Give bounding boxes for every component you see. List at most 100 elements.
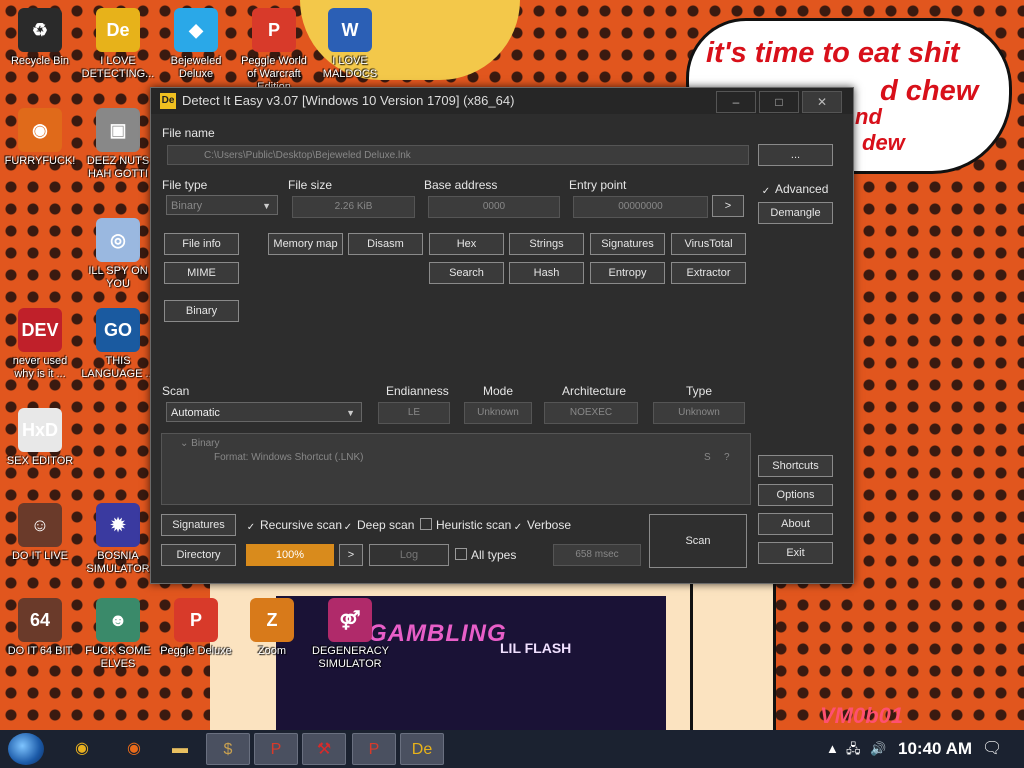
scan-mode-select[interactable]: Automatic ▼	[166, 402, 362, 422]
taskbar-tool-icon[interactable]: ⚒	[302, 733, 346, 765]
desktop-icon-peggle-deluxe[interactable]: P Peggle Deluxe	[158, 598, 234, 658]
architecture-field[interactable]: NOEXEC	[544, 402, 638, 424]
maximize-button[interactable]: □	[759, 91, 799, 113]
desktop-icon-die-detecting[interactable]: De I LOVE DETECTING...	[80, 8, 156, 81]
close-button[interactable]: ✕	[802, 91, 842, 113]
speech-bubble-text-2: d chew	[880, 75, 979, 107]
result-signature-link[interactable]: S	[704, 452, 711, 463]
taskbar-money-icon[interactable]: $	[206, 733, 250, 765]
browse-button[interactable]: ...	[758, 144, 833, 166]
scan-results-tree[interactable]: ⌄ Binary Format: Windows Shortcut (.LNK)…	[161, 433, 751, 505]
hash-button[interactable]: Hash	[509, 262, 584, 284]
taskbar-die-icon[interactable]: De	[400, 733, 444, 765]
advanced-checkbox[interactable]: ✓ Advanced	[761, 182, 829, 197]
checkbox-empty-icon	[455, 548, 467, 560]
file-size-field[interactable]: 2.26 KiB	[292, 196, 415, 218]
hex-button[interactable]: Hex	[429, 233, 504, 255]
extractor-button[interactable]: Extractor	[671, 262, 746, 284]
file-type-label: File type	[162, 178, 208, 192]
directory-button[interactable]: Directory	[161, 544, 236, 566]
tray-overflow-icon[interactable]: ▲	[826, 730, 839, 768]
volume-icon[interactable]: 🔊	[870, 730, 886, 768]
desktop-icon-degeneracy[interactable]: ⚤ DEGENERACY SIMULATOR	[312, 598, 389, 671]
desktop-icon-hxd[interactable]: HxD SEX EDITOR	[2, 408, 78, 468]
exit-button[interactable]: Exit	[758, 542, 833, 564]
desktop-icon-go-lang[interactable]: GO THIS LANGUAGE ...	[80, 308, 156, 381]
taskbar-firefox-icon[interactable]: ◉	[112, 733, 156, 765]
desktop-icon-devcpp[interactable]: DEV never used why is it ...	[2, 308, 78, 381]
desktop-icon-maldocs[interactable]: W I LOVE MALDOCS	[312, 8, 388, 81]
desktop-icon-label: Zoom	[257, 645, 287, 657]
file-size-label: File size	[288, 178, 333, 192]
binary-button[interactable]: Binary	[164, 300, 239, 322]
disasm-button[interactable]: Disasm	[348, 233, 423, 255]
desktop-icon-do-it-64[interactable]: 64 DO IT 64 BIT	[2, 598, 78, 658]
title-bar[interactable]: De Detect It Easy v3.07 [Windows 10 Vers…	[151, 88, 853, 114]
mode-field[interactable]: Unknown	[464, 402, 532, 424]
desktop-icon-peggle-wow[interactable]: PPeggle World of Warcraft Edition	[236, 8, 312, 94]
signatures-button[interactable]: Signatures	[161, 514, 236, 536]
type-field[interactable]: Unknown	[653, 402, 745, 424]
entry-point-go-button[interactable]: >	[712, 195, 744, 217]
desktop-icon-fuck-elves[interactable]: ☻ FUCK SOME ELVES	[80, 598, 156, 671]
desktop-icon-zoom[interactable]: Z Zoom	[234, 598, 310, 658]
mime-button[interactable]: MIME	[164, 262, 239, 284]
notification-icon[interactable]: 🗨	[982, 730, 1002, 768]
virustotal-button[interactable]: VirusTotal	[671, 233, 746, 255]
clock[interactable]: 10:40 AM	[898, 730, 972, 768]
desktop-icon-ill-spy[interactable]: ◎ ILL SPY ON YOU	[80, 218, 156, 291]
options-button[interactable]: Options	[758, 484, 833, 506]
log-button[interactable]: Log	[369, 544, 449, 566]
shortcuts-button[interactable]: Shortcuts	[758, 455, 833, 477]
taskbar-chrome-icon[interactable]: ◉	[60, 733, 104, 765]
entropy-button[interactable]: Entropy	[590, 262, 665, 284]
degeneracy-icon: ⚤	[328, 598, 372, 642]
entry-point-field[interactable]: 00000000	[573, 196, 708, 218]
heuristic-scan-label: Heuristic scan	[436, 518, 512, 532]
result-root[interactable]: ⌄ Binary	[180, 438, 220, 449]
network-icon[interactable]: 🖧	[846, 730, 861, 768]
desktop-icon-bejeweled[interactable]: ◆ Bejeweled Deluxe	[158, 8, 234, 81]
desktop-icon-label: ILL SPY ON YOU	[88, 265, 148, 290]
speech-bubble-text-3: nd	[855, 104, 882, 129]
desktop-icon-label: SEX EDITOR	[6, 455, 74, 467]
desktop-icon-furryfuck[interactable]: ◉ FURRYFUCK!	[2, 108, 78, 168]
about-button[interactable]: About	[758, 513, 833, 535]
desktop-icon-label: DEEZ NUTS HAH GOTTI	[86, 155, 150, 180]
desktop-icon-deez-nuts[interactable]: ▣ DEEZ NUTS HAH GOTTI	[80, 108, 156, 181]
recursive-scan-checkbox[interactable]: ✓ Recursive scan	[246, 518, 342, 533]
heuristic-scan-checkbox[interactable]: Heuristic scan	[420, 518, 511, 532]
base-address-field[interactable]: 0000	[428, 196, 560, 218]
taskbar-peggle2-icon[interactable]: P	[352, 733, 396, 765]
result-item[interactable]: Format: Windows Shortcut (.LNK)	[214, 452, 363, 463]
minimize-button[interactable]: –	[716, 91, 756, 113]
scan-mode-value: Automatic	[171, 407, 220, 419]
signatures-tool-button[interactable]: Signatures	[590, 233, 665, 255]
desktop-icon-bosnia[interactable]: ✹ BOSNIA SIMULATOR	[80, 503, 156, 576]
demangle-button[interactable]: Demangle	[758, 202, 833, 224]
scan-button[interactable]: Scan	[649, 514, 747, 568]
file-info-button[interactable]: File info	[164, 233, 239, 255]
start-button[interactable]	[8, 733, 44, 765]
file-name-field[interactable]: C:\Users\Public\Desktop\Bejeweled Deluxe…	[167, 145, 749, 165]
all-types-label: All types	[471, 548, 517, 562]
verbose-checkbox[interactable]: ✓ Verbose	[513, 518, 571, 533]
entry-point-label: Entry point	[569, 178, 627, 192]
taskbar-explorer-icon[interactable]: ▬	[158, 733, 202, 765]
memory-map-button[interactable]: Memory map	[268, 233, 343, 255]
taskbar-peggle-icon[interactable]: P	[254, 733, 298, 765]
strings-button[interactable]: Strings	[509, 233, 584, 255]
file-type-select[interactable]: Binary ▼	[166, 195, 278, 215]
deep-scan-checkbox[interactable]: ✓ Deep scan	[343, 518, 415, 533]
type-label: Type	[686, 384, 713, 398]
desktop-icon-recycle-bin[interactable]: ♻ Recycle Bin	[2, 8, 78, 68]
verbose-label: Verbose	[527, 518, 572, 532]
desktop-icon-label: FURRYFUCK!	[4, 155, 76, 167]
chevron-down-icon: ▼	[346, 408, 355, 418]
result-info-link[interactable]: ?	[724, 452, 730, 463]
desktop-icon-do-it-live[interactable]: ☺ DO IT LIVE	[2, 503, 78, 563]
endianness-field[interactable]: LE	[378, 402, 450, 424]
directory-go-button[interactable]: >	[339, 544, 363, 566]
search-button[interactable]: Search	[429, 262, 504, 284]
all-types-checkbox[interactable]: All types	[455, 548, 516, 562]
